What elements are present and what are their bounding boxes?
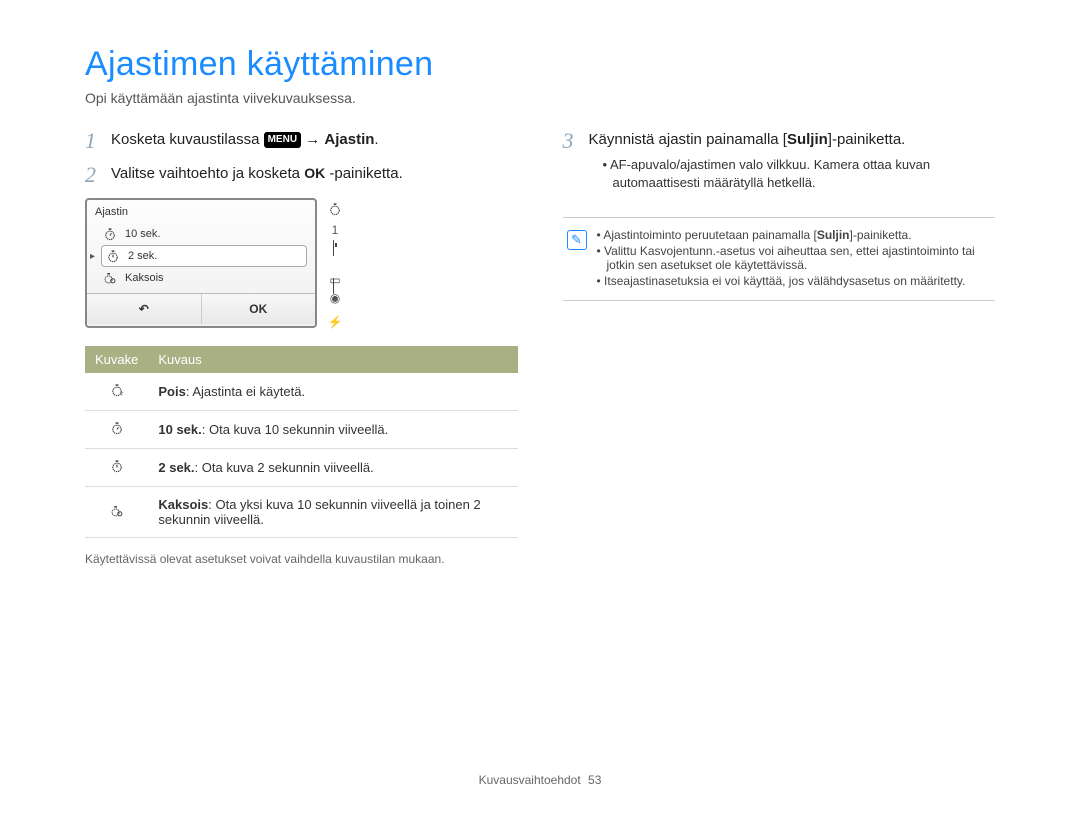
row-text: : Ota kuva 2 sekunnin viiveellä. xyxy=(195,460,374,475)
back-button: ↶ xyxy=(87,294,202,324)
page-subtitle: Opi käyttämään ajastinta viivekuvauksess… xyxy=(85,90,995,106)
battery-icon xyxy=(333,242,337,268)
camera-screen: Ajastin 10 sek. 2 sek. xyxy=(85,198,518,328)
step2-pre: Valitse vaihtoehto ja kosketa xyxy=(111,165,300,182)
step-number: 2 xyxy=(85,164,101,186)
timer-status-icon xyxy=(328,202,342,218)
step3-bullet: AF-apuvalo/ajastimen valo vilkkuu. Kamer… xyxy=(603,156,996,191)
availability-note: Käytettävissä olevat asetukset voivat va… xyxy=(85,552,518,566)
info-icon: ✎ xyxy=(567,230,587,250)
th-icon: Kuvake xyxy=(85,346,148,373)
info-box: ✎ Ajastintoiminto peruutetaan painamalla… xyxy=(563,217,996,301)
flash-icon: ⚡ xyxy=(328,316,343,328)
step-2: 2 Valitse vaihtoehto ja kosketa OK -pain… xyxy=(85,164,518,186)
row-text: : Ota kuva 10 sekunnin viiveellä. xyxy=(202,422,388,437)
page-title: Ajastimen käyttäminen xyxy=(85,45,995,84)
timer-double-icon xyxy=(103,271,117,285)
mode-icon: ◉ xyxy=(330,292,340,304)
step2-post: -painiketta. xyxy=(329,165,402,182)
step3-post: ]-painiketta. xyxy=(828,131,906,148)
timer-10-icon xyxy=(110,421,124,435)
step3-bold: Suljin xyxy=(787,131,828,148)
timer-option-10: 10 sek. xyxy=(101,223,307,245)
step1-pre: Kosketa kuvaustilassa xyxy=(111,131,259,148)
row-bold: 10 sek. xyxy=(158,422,201,437)
step3-pre: Käynnistä ajastin painamalla [ xyxy=(589,131,787,148)
step1-target: Ajastin xyxy=(324,131,374,148)
step-1: 1 Kosketa kuvaustilassa MENU → Ajastin. xyxy=(85,130,518,152)
info-item: Itseajastinasetuksia ei voi käyttää, jos… xyxy=(597,274,992,288)
left-column: 1 Kosketa kuvaustilassa MENU → Ajastin. … xyxy=(85,130,518,578)
ok-button: OK xyxy=(202,294,316,324)
timer-2-icon xyxy=(110,459,124,473)
right-column: 3 Käynnistä ajastin painamalla [Suljin]-… xyxy=(563,130,996,578)
step-number: 1 xyxy=(85,130,101,152)
footer-page: 53 xyxy=(588,773,601,787)
timer-10-icon xyxy=(103,227,117,241)
menu-icon: MENU xyxy=(264,132,301,148)
opt-label: 10 sek. xyxy=(125,228,160,240)
footer-section: Kuvausvaihtoehdot xyxy=(479,773,581,787)
step-number: 3 xyxy=(563,130,579,205)
table-row: Kaksois: Ota yksi kuva 10 sekunnin viive… xyxy=(85,487,518,538)
timer-2-icon xyxy=(106,249,120,263)
timer-option-double: Kaksois xyxy=(101,267,307,289)
step1-end: . xyxy=(374,131,378,148)
arrow-icon: → xyxy=(305,131,320,148)
row-bold: Pois xyxy=(158,384,185,399)
table-row: 2 sek.: Ota kuva 2 sekunnin viiveellä. xyxy=(85,449,518,487)
opt-label: 2 sek. xyxy=(128,250,157,262)
row-text: : Ajastinta ei käytetä. xyxy=(186,384,305,399)
svg-text:F: F xyxy=(120,392,123,397)
timer-double-icon xyxy=(110,504,124,518)
timer-option-2: 2 sek. xyxy=(101,245,307,267)
timer-spec-table: Kuvake Kuvaus F Pois: Ajastinta ei käyte… xyxy=(85,346,518,538)
info-item: Valittu Kasvojentunn.-asetus voi aiheutt… xyxy=(597,244,992,272)
lcd-title: Ajastin xyxy=(87,200,315,221)
ok-icon: OK xyxy=(304,164,325,183)
info-item: Ajastintoiminto peruutetaan painamalla [… xyxy=(597,228,992,242)
table-row: F Pois: Ajastinta ei käytetä. xyxy=(85,373,518,411)
row-bold: Kaksois xyxy=(158,497,208,512)
step-3: 3 Käynnistä ajastin painamalla [Suljin]-… xyxy=(563,130,996,205)
timer-off-icon: F xyxy=(110,383,124,397)
page-footer: Kuvausvaihtoehdot 53 xyxy=(0,773,1080,787)
th-desc: Kuvaus xyxy=(148,346,517,373)
row-bold: 2 sek. xyxy=(158,460,194,475)
opt-label: Kaksois xyxy=(125,272,164,284)
photo-count: 1 xyxy=(332,224,339,236)
table-row: 10 sek.: Ota kuva 10 sekunnin viiveellä. xyxy=(85,411,518,449)
